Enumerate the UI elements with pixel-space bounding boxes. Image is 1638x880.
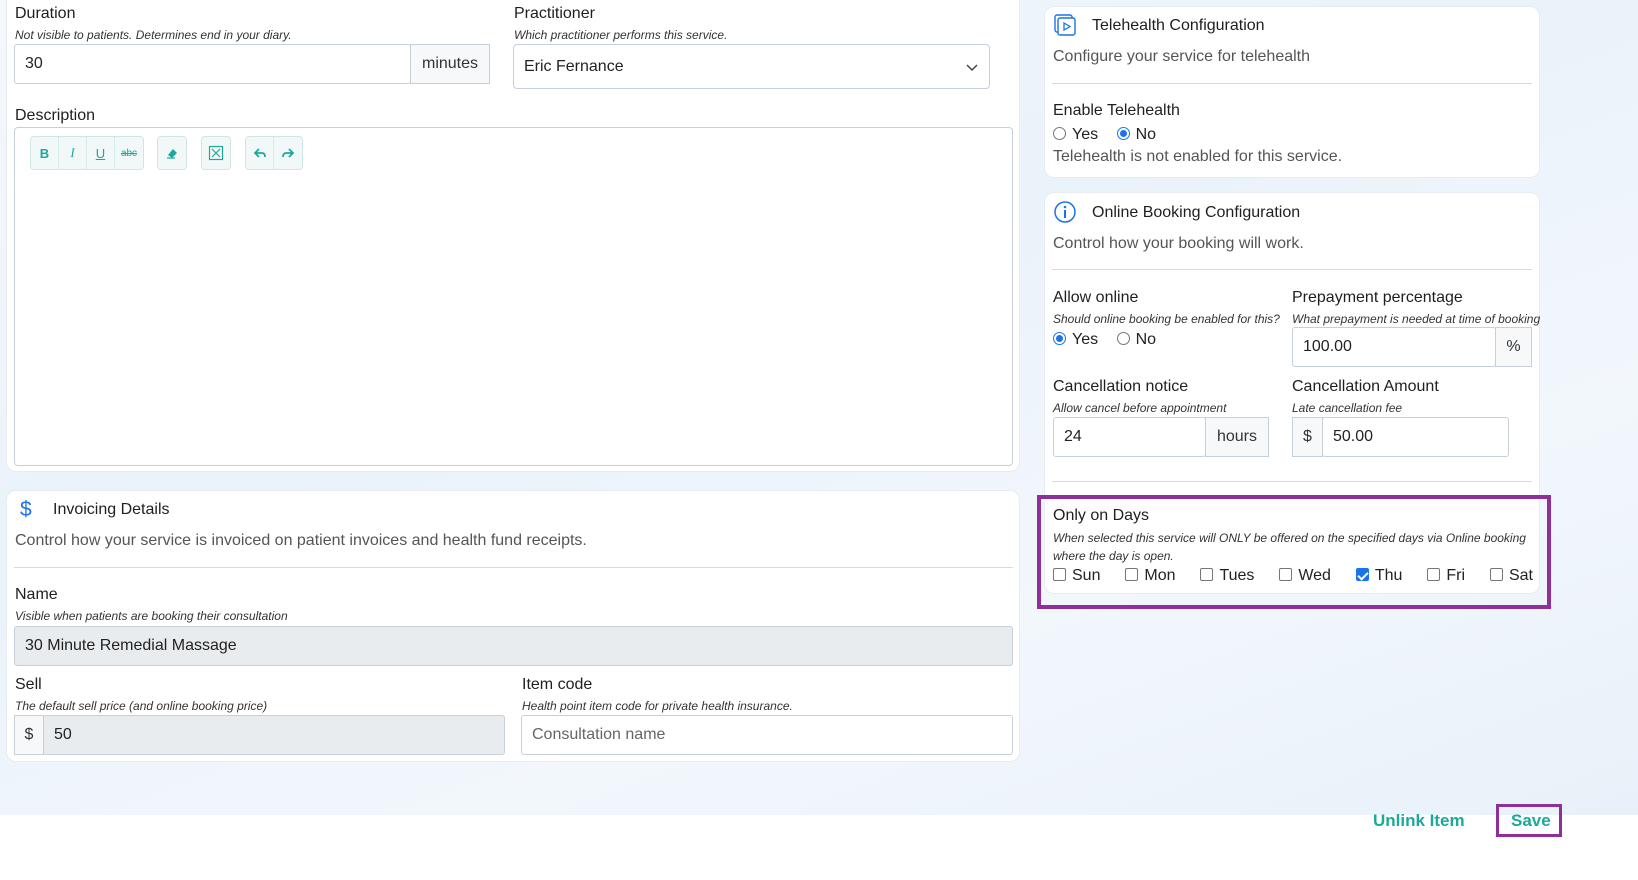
save-button[interactable]: Save — [1511, 811, 1551, 831]
clear-format-group — [157, 136, 187, 170]
history-group — [245, 136, 303, 170]
info-icon — [1053, 200, 1077, 229]
underline-button[interactable]: U — [87, 137, 115, 169]
sell-input[interactable]: 50 — [43, 715, 505, 755]
prepayment-label: Prepayment percentage — [1292, 289, 1463, 306]
telehealth-divider — [1052, 83, 1532, 84]
invoicing-subtitle: Control how your service is invoiced on … — [15, 532, 587, 549]
telehealth-title: Telehealth Configuration — [1092, 17, 1265, 34]
practitioner-hint: Which practitioner performs this service… — [514, 28, 728, 42]
enable-telehealth-options: Yes No — [1053, 126, 1170, 144]
unlink-item-button[interactable]: Unlink Item — [1373, 811, 1465, 831]
telehealth-yes-option[interactable]: Yes — [1053, 126, 1098, 143]
cancellation-notice-input[interactable]: 24 — [1053, 417, 1206, 457]
chevron-down-icon — [965, 60, 979, 79]
allow-online-no-radio[interactable] — [1116, 332, 1130, 345]
cancellation-notice-hint: Allow cancel before appointment — [1053, 401, 1227, 415]
duration-label: Duration — [15, 5, 76, 22]
sell-hint: The default sell price (and online booki… — [15, 699, 268, 713]
prepayment-percent-suffix: % — [1495, 327, 1532, 367]
cancellation-notice-label: Cancellation notice — [1053, 378, 1189, 395]
cancellation-notice-unit: hours — [1205, 417, 1269, 457]
only-days-divider — [1052, 481, 1532, 482]
allow-online-yes-radio[interactable] — [1053, 332, 1066, 345]
redo-icon[interactable] — [274, 137, 302, 169]
fullscreen-icon[interactable] — [202, 137, 230, 169]
allow-online-label: Allow online — [1053, 289, 1139, 306]
online-booking-subtitle: Control how your booking will work. — [1053, 235, 1304, 252]
cancellation-amount-hint: Late cancellation fee — [1292, 401, 1403, 415]
allow-online-hint: Should online booking be enabled for thi… — [1053, 312, 1280, 326]
description-label: Description — [15, 107, 96, 124]
online-booking-title: Online Booking Configuration — [1092, 204, 1301, 221]
strikethrough-button[interactable]: abc — [115, 137, 143, 169]
italic-button[interactable]: I — [59, 137, 87, 169]
name-label: Name — [15, 586, 58, 603]
invoicing-title: Invoicing Details — [53, 501, 170, 518]
duration-hint: Not visible to patients. Determines end … — [15, 28, 292, 42]
practitioner-label: Practitioner — [514, 5, 595, 22]
telehealth-subtitle: Configure your service for telehealth — [1053, 48, 1311, 65]
sell-currency-prefix: $ — [14, 715, 44, 755]
video-play-icon — [1053, 13, 1078, 43]
fullscreen-group — [201, 136, 231, 170]
telehealth-no-option[interactable]: No — [1116, 126, 1156, 143]
dollar-icon: $ — [20, 498, 32, 521]
prepayment-hint: What prepayment is needed at time of boo… — [1292, 312, 1541, 326]
duration-unit: minutes — [410, 44, 490, 84]
cancellation-amount-prefix: $ — [1292, 417, 1323, 457]
undo-icon[interactable] — [246, 137, 274, 169]
prepayment-input[interactable]: 100.00 — [1292, 327, 1496, 367]
format-toolbar-group: B I U abc — [30, 136, 144, 170]
telehealth-no-radio[interactable] — [1116, 127, 1130, 140]
cancellation-amount-input[interactable]: 50.00 — [1322, 417, 1509, 457]
practitioner-select[interactable]: Eric Fernance — [513, 44, 990, 89]
practitioner-select-value: Eric Fernance — [524, 57, 624, 75]
duration-input[interactable]: 30 — [14, 44, 411, 84]
eraser-icon[interactable] — [158, 137, 186, 169]
sell-label: Sell — [15, 676, 42, 693]
item-code-label: Item code — [522, 676, 593, 693]
allow-online-options: Yes No — [1053, 331, 1170, 349]
enable-telehealth-label: Enable Telehealth — [1053, 102, 1180, 119]
name-hint: Visible when patients are booking their … — [15, 609, 288, 623]
telehealth-yes-radio[interactable] — [1053, 127, 1066, 140]
name-input[interactable]: 30 Minute Remedial Massage — [14, 626, 1013, 666]
item-code-hint: Health point item code for private healt… — [522, 699, 793, 713]
telehealth-status-text: Telehealth is not enabled for this servi… — [1053, 148, 1343, 165]
allow-online-yes-option[interactable]: Yes — [1053, 331, 1098, 348]
item-code-input[interactable]: Consultation name — [521, 715, 1013, 755]
invoicing-divider — [14, 567, 1013, 568]
allow-online-no-option[interactable]: No — [1116, 331, 1156, 348]
description-editor[interactable] — [14, 127, 1013, 466]
online-booking-divider — [1052, 269, 1532, 270]
bold-button[interactable]: B — [31, 137, 59, 169]
only-on-days-highlight — [1037, 495, 1551, 609]
cancellation-amount-label: Cancellation Amount — [1292, 378, 1439, 395]
